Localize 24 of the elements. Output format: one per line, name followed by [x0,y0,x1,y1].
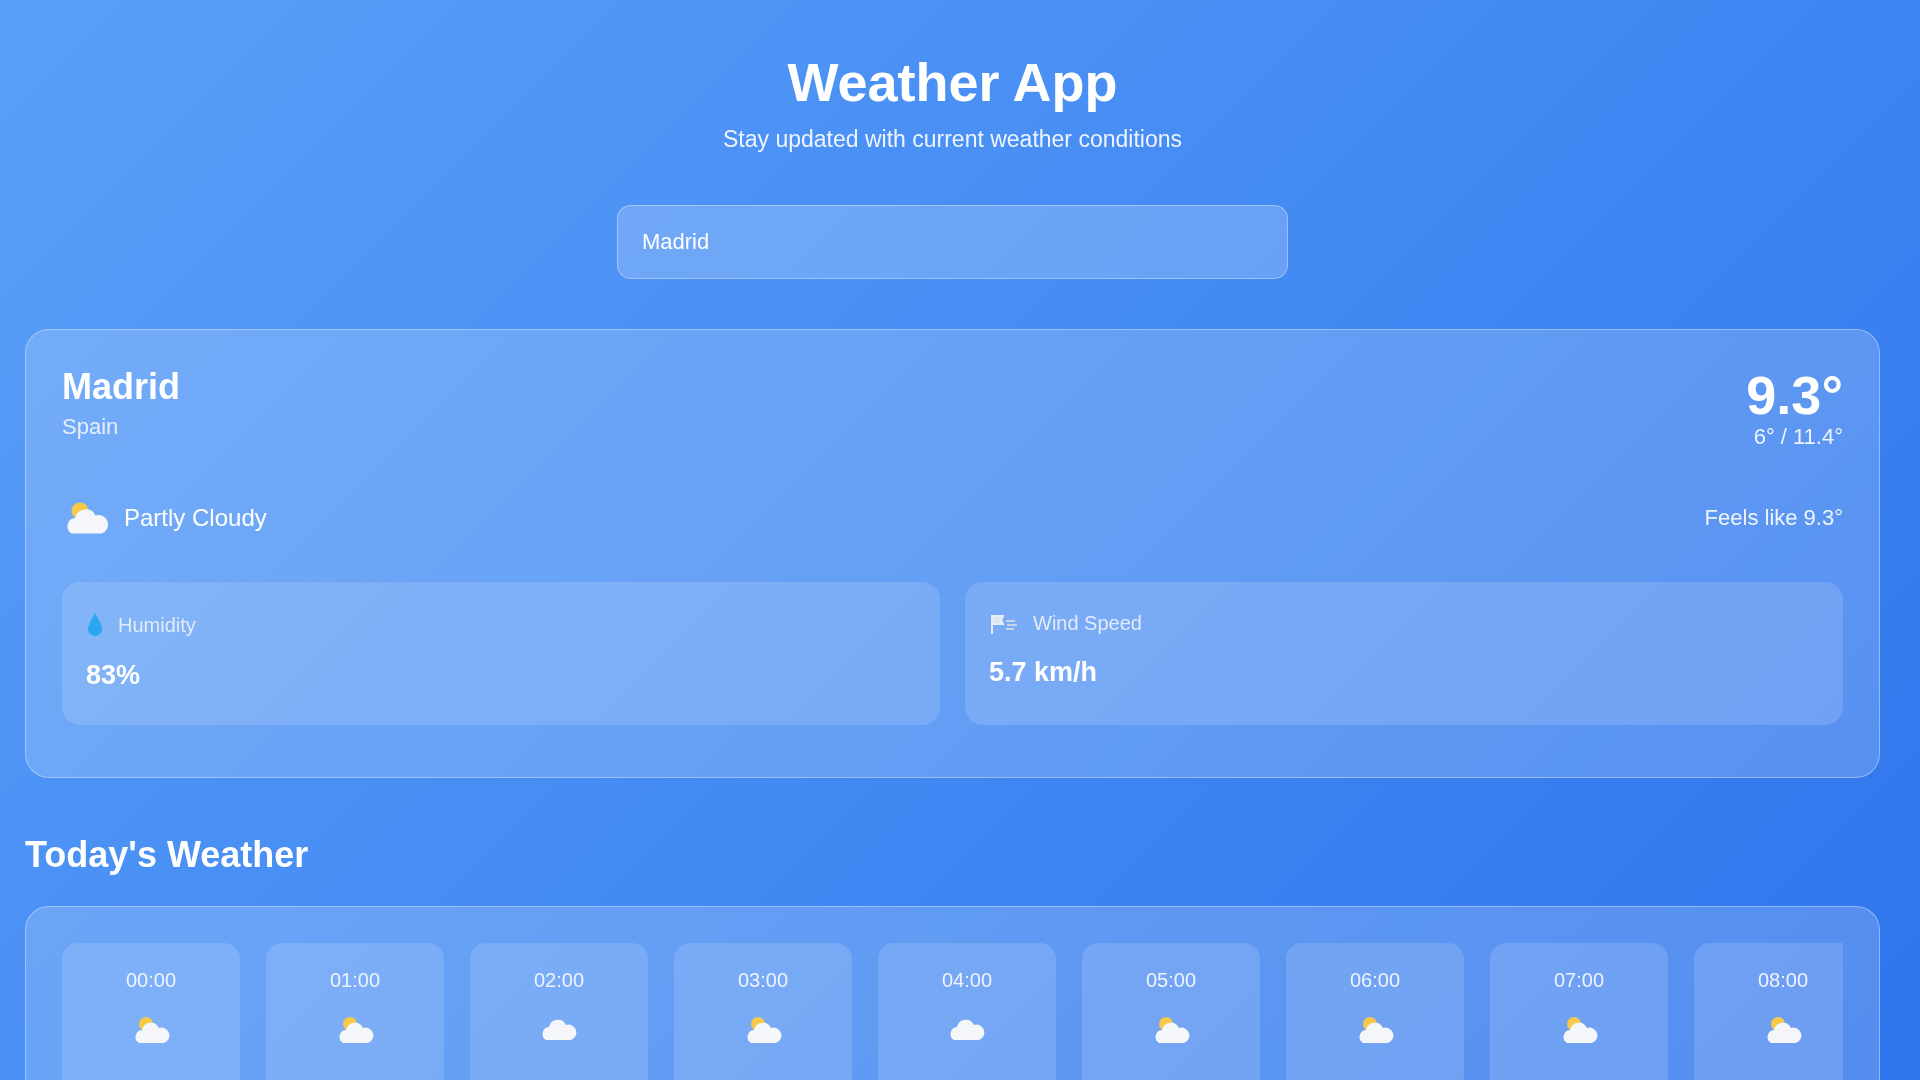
temperature-range: 6° / 11.4° [1752,424,1843,450]
hour-time: 08:00 [1757,969,1809,992]
hour-time: 00:00 [125,969,177,992]
temperature: 9.3° [1746,366,1843,424]
city-name: Madrid [62,366,180,408]
hour-time: 05:00 [1145,969,1197,992]
section-title: Today's Weather [25,834,310,876]
feels-like: Feels like 9.3° [1704,505,1843,531]
hour-time: 02:00 [533,969,585,992]
stat-label: Wind Speed [1033,612,1142,635]
hour-time: 07:00 [1553,969,1605,992]
weather-condition: Partly Cloudy [124,504,267,532]
droplet-icon [86,612,104,638]
country-name: Spain [62,414,120,440]
stat-value: 5.7 km/h [989,657,1099,688]
stat-value: 83% [86,660,142,691]
hour-time: 03:00 [737,969,789,992]
stat-label: Humidity [118,613,196,637]
app-title: Weather App [786,51,1119,114]
hour-time: 01:00 [329,969,381,992]
app-subtitle: Stay updated with current weather conditions [722,126,1183,153]
wind-flag-icon [989,612,1019,635]
hour-time: 04:00 [941,969,993,992]
hour-time: 06:00 [1349,969,1401,992]
